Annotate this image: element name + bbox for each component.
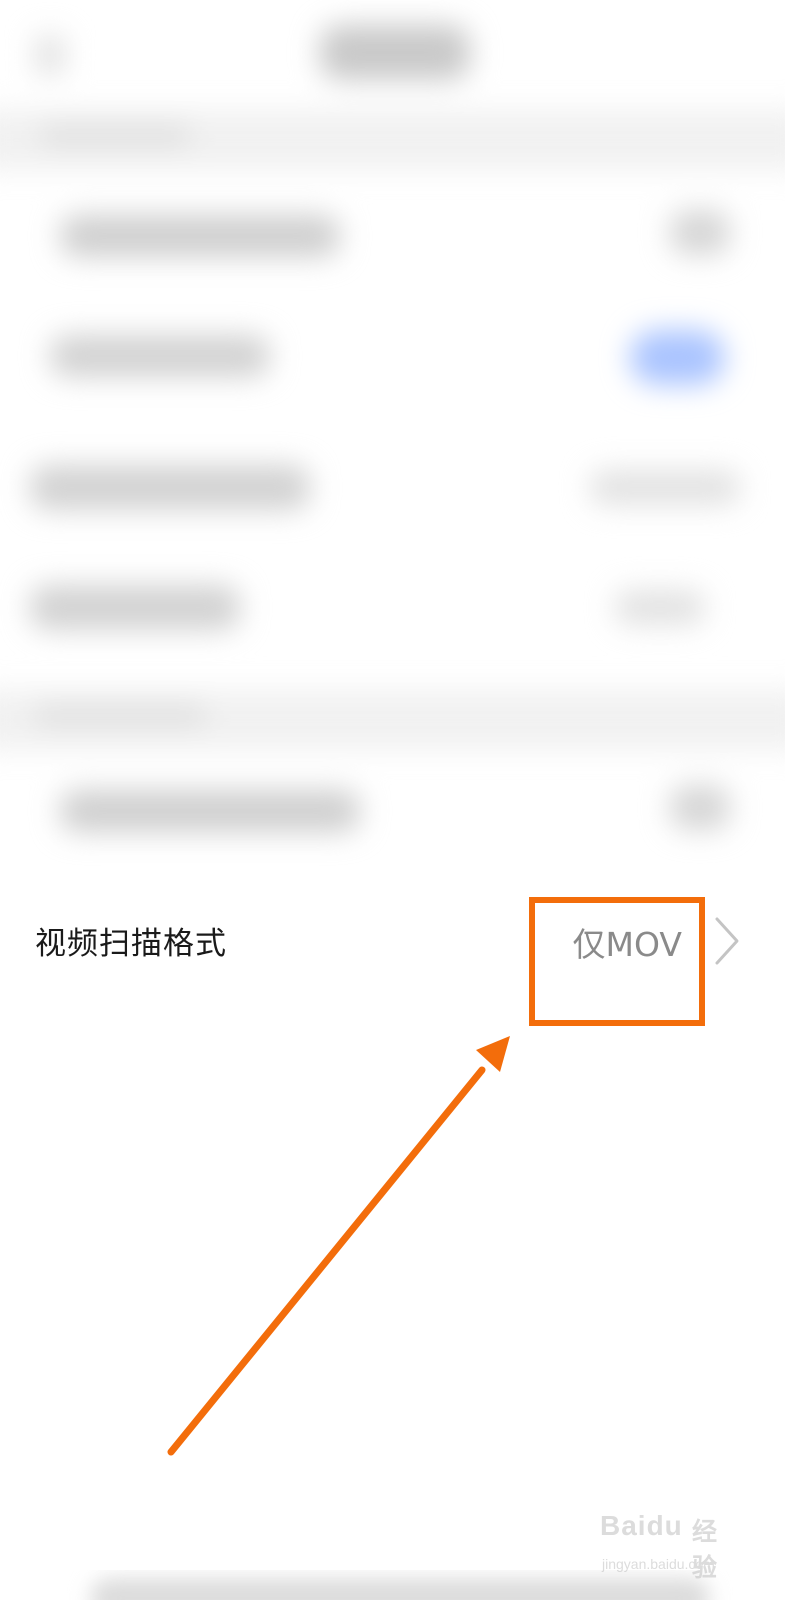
blurred-page-title — [320, 25, 470, 80]
blurred-setting-label — [60, 790, 360, 832]
annotation-highlight-box — [529, 897, 705, 1026]
watermark-suffix: 经验 — [692, 1517, 718, 1582]
blurred-setting-value — [670, 785, 730, 830]
blurred-section-header — [35, 705, 205, 725]
baidu-watermark: Baidu 经验 jingyan.baidu.com — [600, 1510, 740, 1590]
blurred-toggle — [630, 330, 725, 385]
watermark-domain: jingyan.baidu.com — [602, 1556, 715, 1572]
blurred-setting-value — [670, 210, 730, 255]
blurred-setting-label — [60, 215, 340, 257]
blurred-setting-label — [50, 335, 270, 377]
blurred-section-header — [40, 125, 190, 145]
blurred-settings-area — [0, 0, 785, 870]
blur-layer — [0, 0, 785, 870]
blurred-setting-label — [30, 465, 310, 510]
blurred-setting-value — [590, 470, 740, 505]
blurred-setting-label — [30, 585, 240, 630]
blurred-back-icon — [35, 35, 65, 75]
watermark-brand: Baidu — [600, 1510, 683, 1541]
video-scan-format-label: 视频扫描格式 — [35, 926, 227, 962]
blurred-setting-value — [615, 590, 705, 625]
chevron-right-icon[interactable] — [713, 915, 741, 967]
